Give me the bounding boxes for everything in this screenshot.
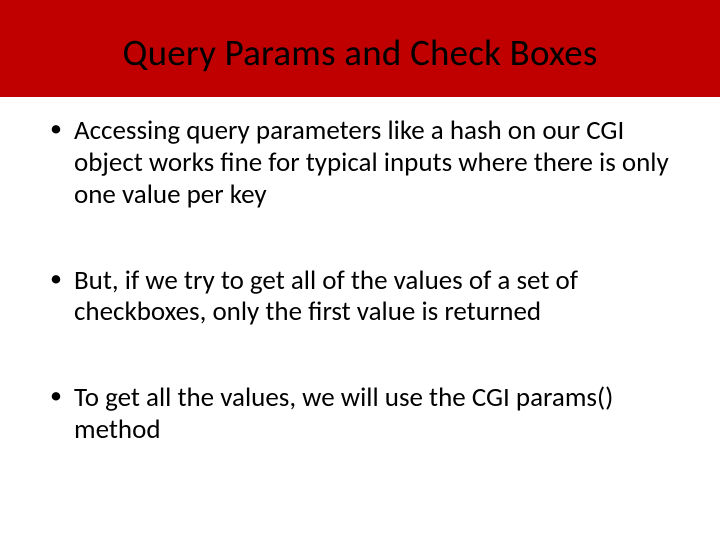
slide-title: Query Params and Check Boxes xyxy=(122,30,597,75)
bullet-item: Accessing query parameters like a hash o… xyxy=(48,115,672,211)
bullet-list: Accessing query parameters like a hash o… xyxy=(48,115,672,446)
bullet-item: To get all the values, we will use the C… xyxy=(48,382,672,446)
slide: Query Params and Check Boxes Accessing q… xyxy=(0,0,720,540)
slide-body: Accessing query parameters like a hash o… xyxy=(0,97,720,446)
title-bar: Query Params and Check Boxes xyxy=(0,0,720,97)
bullet-item: But, if we try to get all of the values … xyxy=(48,265,672,329)
